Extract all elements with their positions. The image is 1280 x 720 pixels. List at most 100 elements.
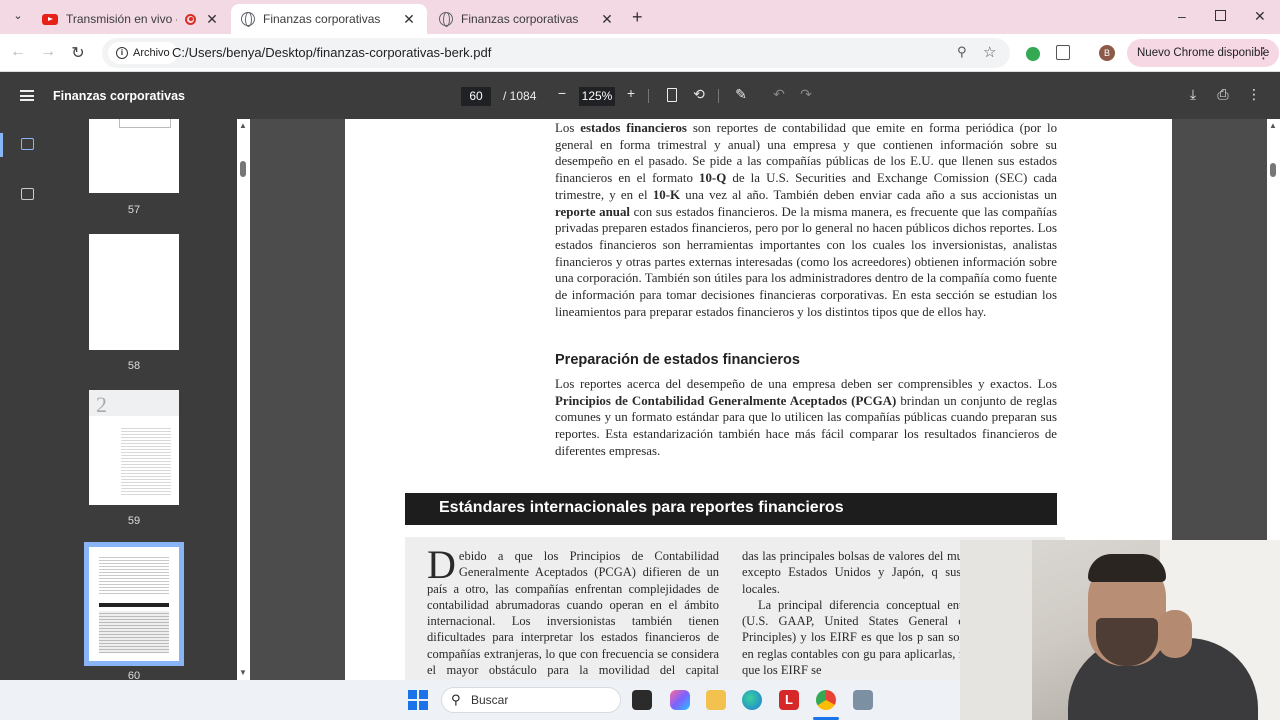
tab-label: Finanzas corporativas (263, 12, 381, 26)
thumbnails-view-icon[interactable] (21, 138, 34, 150)
tab-youtube[interactable]: Transmisión en vivo - YouTu ✕ (32, 4, 230, 34)
address-bar[interactable]: i Archivo C:/Users/benya/Desktop/finanza… (102, 38, 1010, 68)
browser-menu-icon[interactable]: ⋮ (1256, 44, 1271, 62)
recording-icon (185, 13, 196, 25)
url-text[interactable]: C:/Users/benya/Desktop/finanzas-corporat… (172, 45, 491, 60)
close-tab-icon[interactable]: ✕ (599, 11, 615, 28)
scroll-thumb[interactable] (240, 161, 246, 177)
active-indicator (0, 133, 3, 157)
toolbar-divider (648, 89, 649, 103)
extensions-puzzle-icon[interactable] (1056, 45, 1070, 60)
extension-play-icon[interactable] (1026, 47, 1040, 61)
text-run: con sus estados financieros. De la misma… (555, 204, 1057, 319)
zoom-out-icon[interactable]: − (552, 85, 572, 101)
youtube-icon (42, 13, 58, 25)
rotate-icon[interactable]: ⟲ (689, 86, 709, 103)
box-title: Estándares internacionales para reportes… (439, 499, 844, 516)
bold-term: 10-K (652, 187, 681, 202)
taskbar-search-placeholder: Buscar (471, 693, 509, 707)
thumbnail-page-number: 59 (127, 515, 141, 527)
chrome-icon[interactable] (816, 690, 836, 710)
page-thumbnail[interactable] (89, 234, 179, 350)
drop-cap: D (427, 542, 456, 587)
section-heading: Preparación de estados financieros (555, 352, 800, 368)
site-info-label: Archivo (133, 47, 170, 59)
person-hand (1158, 610, 1192, 658)
page-thumbnail[interactable] (89, 119, 179, 193)
tab-finanzas-active[interactable]: Finanzas corporativas ✕ (231, 4, 427, 34)
sidebar-menu-icon[interactable] (20, 90, 34, 101)
toolbar-divider (718, 89, 719, 103)
pdf-sidebar-rail (0, 119, 48, 680)
scroll-thumb[interactable] (1270, 163, 1276, 177)
box-banner: Estándares internacionales para reportes… (405, 493, 1057, 525)
close-window-icon[interactable]: ✕ (1254, 8, 1266, 25)
scroll-up-icon[interactable]: ▲ (1269, 121, 1277, 130)
reload-icon[interactable]: ↻ (68, 43, 88, 63)
edge-icon[interactable] (742, 690, 762, 710)
globe-icon (241, 12, 255, 27)
text-run: Los (555, 121, 581, 135)
bold-term: Principios de Contabilidad Generalmente … (555, 393, 897, 408)
taskbar-search[interactable]: ⚲ Buscar (441, 687, 621, 713)
print-icon[interactable]: ⎙ (1213, 86, 1233, 103)
restore-icon[interactable] (1215, 10, 1226, 21)
page-number-input[interactable]: 60 (461, 87, 491, 106)
browser-toolbar: ← → ↻ i Archivo C:/Users/benya/Desktop/f… (0, 34, 1280, 72)
tab-finanzas[interactable]: Finanzas corporativas ✕ (429, 4, 625, 34)
download-icon[interactable]: ⤓ (1183, 86, 1203, 103)
pdf-toolbar: Finanzas corporativas 60 / 1084 − 125% +… (0, 72, 1280, 119)
minimize-icon[interactable]: – (1178, 8, 1186, 24)
close-tab-icon[interactable]: ✕ (401, 11, 417, 28)
undo-icon[interactable]: ↶ (769, 86, 789, 103)
close-tab-icon[interactable]: ✕ (204, 11, 220, 28)
bold-term: reporte anual (555, 204, 630, 219)
page-total: / 1084 (503, 89, 537, 103)
paragraph-estados-financieros: Los estados financieros son reportes de … (555, 120, 1057, 320)
tab-search-chevron-icon[interactable]: ⌄ (8, 9, 28, 27)
profile-avatar[interactable]: B (1099, 45, 1115, 61)
pdf-title: Finanzas corporativas (53, 89, 185, 103)
tab-label: Finanzas corporativas (461, 12, 579, 26)
webcam-overlay (960, 540, 1280, 720)
forward-icon[interactable]: → (38, 43, 58, 61)
tab-label: Transmisión en vivo - YouTu (66, 12, 177, 26)
redo-icon[interactable]: ↷ (796, 86, 816, 103)
back-icon[interactable]: ← (8, 43, 28, 61)
thumbnail-page-number: 57 (127, 204, 141, 216)
page-thumbnail-selected[interactable] (84, 542, 184, 666)
bold-term: 10-Q (699, 171, 727, 186)
bold-term: estados financieros (580, 121, 687, 135)
scroll-up-icon[interactable]: ▲ (239, 121, 247, 130)
new-tab-icon[interactable]: + (632, 7, 643, 28)
zoom-level-input[interactable]: 125% (579, 87, 615, 106)
scroll-down-icon[interactable]: ▼ (239, 668, 247, 677)
windows-taskbar: ⚲ Buscar L (0, 680, 960, 720)
site-info-chip[interactable]: i Archivo (108, 42, 178, 64)
outline-view-icon[interactable] (21, 188, 34, 200)
globe-icon (439, 12, 453, 27)
fit-page-icon[interactable] (667, 88, 677, 102)
box-column-1-text: ebido a que los Principios de Contabilid… (427, 549, 719, 693)
thumbnail-scrollbar[interactable]: ▲ ▼ (237, 119, 250, 680)
zoom-lens-icon[interactable]: ⚲ (957, 44, 967, 60)
pdf-more-icon[interactable]: ⋮ (1244, 86, 1264, 103)
page-thumbnail[interactable]: 2 (89, 390, 179, 505)
info-icon: i (116, 47, 128, 59)
chapter-number: 2 (96, 392, 107, 417)
bookmark-star-icon[interactable]: ☆ (983, 43, 996, 61)
windows-start-icon[interactable] (408, 690, 428, 710)
annotate-pen-icon[interactable]: ✎ (731, 86, 751, 103)
paragraph-preparacion: Los reportes acerca del desempeño de una… (555, 376, 1057, 460)
person-hair (1088, 554, 1166, 582)
zoom-in-icon[interactable]: + (621, 85, 641, 101)
app-l-icon[interactable]: L (779, 690, 799, 710)
task-view-icon[interactable] (632, 690, 652, 710)
copilot-icon[interactable] (670, 690, 690, 710)
box-column-1: Debido a que los Principios de Contabili… (427, 542, 719, 695)
search-icon: ⚲ (451, 692, 461, 707)
file-explorer-icon[interactable] (706, 690, 726, 710)
wall-background (960, 540, 1032, 720)
app-icon[interactable] (853, 690, 873, 710)
thumbnail-page-number: 58 (127, 360, 141, 372)
